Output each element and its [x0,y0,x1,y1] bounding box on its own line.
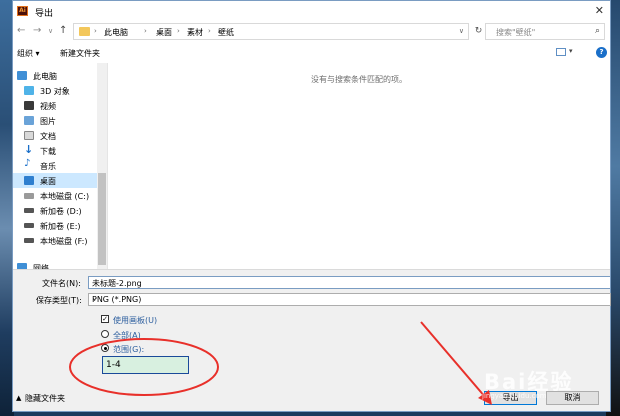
refresh-icon[interactable]: ↻ [472,23,485,40]
new-folder-button[interactable]: 新建文件夹 [60,48,100,59]
close-icon[interactable]: ✕ [595,4,604,17]
illustrator-app-icon: Ai [17,6,28,16]
radio-checked[interactable] [101,344,109,352]
search-placeholder: 搜索"壁纸" [496,28,536,37]
filename-label: 文件名(N): [42,279,81,288]
filetype-label: 保存类型(T): [36,296,82,305]
sidebar-item-pictures[interactable]: 图片 [13,113,97,128]
computer-icon [17,71,27,80]
sidebar-scrollbar[interactable] [97,63,107,269]
title-bar: Ai 导出 ✕ [13,1,610,21]
sidebar-item-network[interactable]: 网络 [13,260,97,269]
search-input[interactable]: 搜索"壁纸" ⌕ [485,23,605,40]
music-icon: ♪ [24,158,31,169]
checkbox-checked[interactable]: ✓ [101,315,109,323]
range-input[interactable]: 1-4 [102,356,189,374]
drive-icon [24,208,34,213]
download-icon: ↓ [24,143,34,156]
drive-icon [24,223,34,228]
command-bar: 组织 ▾ 新建文件夹 ▾ ? [13,43,610,63]
sidebar-item-drive-c[interactable]: 本地磁盘 (C:) [13,188,97,203]
cube-icon [24,86,34,95]
hide-folders-toggle[interactable]: 隐藏文件夹 [25,393,65,404]
sidebar-item-drive-f[interactable]: 本地磁盘 (F:) [13,233,97,248]
picture-icon [24,116,34,125]
sidebar-item-documents[interactable]: 文档 [13,128,97,143]
navigation-pane: 此电脑 3D 对象 视频 图片 文档 ↓ 下载 ♪ 音乐 桌面 本地磁盘 (C:… [13,63,107,269]
recent-chevron-icon[interactable]: ∨ [48,27,53,35]
document-icon [24,131,34,140]
breadcrumb-item[interactable]: 此电脑 [104,27,128,38]
breadcrumb-item[interactable]: 素材 [187,27,203,38]
breadcrumb[interactable]: › 此电脑 › 桌面 › 素材 › 壁纸 ∨ [73,23,469,40]
empty-message: 没有与搜索条件匹配的项。 [311,75,407,84]
sidebar-item-3d-objects[interactable]: 3D 对象 [13,83,97,98]
up-arrow-icon[interactable]: ↑ [59,25,67,36]
breadcrumb-item[interactable]: 壁纸 [218,27,234,38]
chevron-down-icon[interactable]: ∨ [459,27,464,35]
drive-icon [24,238,34,243]
video-icon [24,101,34,110]
view-options-icon[interactable] [556,48,566,56]
chevron-down-icon: ∨ [92,295,98,303]
drive-icon [24,193,34,199]
file-list-area[interactable]: 没有与搜索条件匹配的项。 [107,63,610,269]
dialog-title: 导出 [35,9,54,19]
help-icon[interactable]: ? [596,47,607,58]
radio-unchecked[interactable] [101,330,109,338]
view-chevron-icon[interactable]: ▾ [569,47,573,55]
sidebar-item-music[interactable]: ♪ 音乐 [13,158,97,173]
organize-menu-button[interactable]: 组织 ▾ [17,48,40,59]
filetype-select[interactable]: PNG (*.PNG) ∨ [88,293,611,306]
sidebar-item-drive-e[interactable]: 新加卷 (E:) [13,218,97,233]
sidebar-item-this-pc[interactable]: 此电脑 [13,68,97,83]
chevron-up-icon[interactable]: ▲ [16,394,21,402]
desktop-icon [24,176,34,185]
breadcrumb-item[interactable]: 桌面 [156,27,172,38]
sidebar-item-drive-d[interactable]: 新加卷 (D:) [13,203,97,218]
forward-arrow-icon[interactable]: → [33,25,41,36]
sidebar-item-desktop[interactable]: 桌面 [13,173,97,188]
filename-input[interactable]: 未标题-2.png [88,276,611,289]
sidebar-item-downloads[interactable]: ↓ 下载 [13,143,97,158]
scrollbar-thumb[interactable] [98,173,106,265]
search-icon: ⌕ [594,26,600,36]
sidebar-item-videos[interactable]: 视频 [13,98,97,113]
export-dialog: Ai 导出 ✕ ← → ∨ ↑ › 此电脑 › 桌面 › 素材 › 壁纸 ∨ ↻… [12,0,611,412]
back-arrow-icon[interactable]: ← [17,25,25,36]
address-bar: ← → ∨ ↑ › 此电脑 › 桌面 › 素材 › 壁纸 ∨ ↻ 搜索"壁纸" … [13,21,610,43]
watermark-url: jingyan.baidu.com [482,392,547,400]
folder-icon [79,27,90,36]
